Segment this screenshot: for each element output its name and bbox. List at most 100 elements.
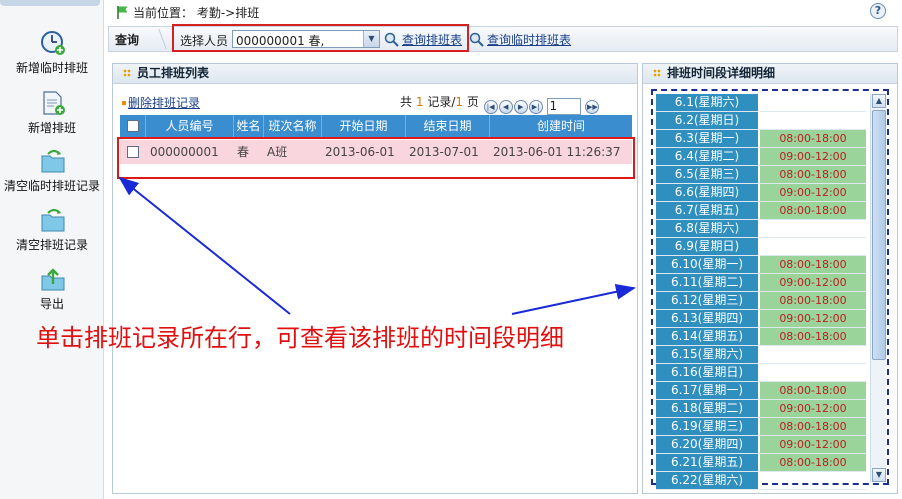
schedule-detail-list: 6.1(星期六) 6.2(星期日) 6.3(星期一) 08:00-18:00 6.4(星… [656,94,868,490]
export-icon [40,266,65,292]
cell-end-date: 2013-07-01 [409,145,479,159]
pager-record-count: 1 [415,95,424,109]
schedule-day-label: 6.3(星期一) [656,130,758,148]
schedule-day-label: 6.11(星期二) [656,274,758,292]
page-number-input[interactable]: 1 [546,98,581,115]
next-page-icon[interactable]: ▶ [513,100,528,114]
scroll-up-icon[interactable]: ▲ [872,94,886,108]
sidebar-item-label: 清空临时排班记录 [3,179,100,193]
schedule-day-row: 6.4(星期二) 09:00-12:00 [656,148,868,166]
select-person-label: 选择人员 [180,34,229,48]
schedule-scrollbar[interactable]: ▲ ▼ [870,94,886,482]
schedule-day-row: 6.2(星期日) [656,112,868,130]
schedule-time-slot: 08:00-18:00 [760,130,866,148]
schedule-time-slot [760,238,866,256]
help-icon[interactable]: ? [870,3,886,19]
schedule-day-row: 6.7(星期五) 08:00-18:00 [656,202,868,220]
sidebar-item-export[interactable]: 导出 [0,266,104,312]
table-header: 人员编号 姓名 班次名称 开始日期 结束日期 创建时间 [120,115,632,137]
schedule-day-label: 6.18(星期二) [656,400,758,418]
column-header[interactable]: 班次名称 [264,115,322,137]
delete-schedule-link[interactable]: 删除排班记录 [122,94,200,111]
breadcrumb: 当前位置： 考勤->排班 [116,4,259,22]
schedule-day-label: 6.6(星期四) [656,184,758,202]
sidebar-item-label: 新增排班 [27,121,76,135]
cell-created: 2013-06-01 11:26:37 [493,145,621,159]
first-page-icon[interactable]: |◀ [483,100,498,114]
schedule-day-label: 6.22(星期六) [656,472,758,490]
schedule-day-row: 6.8(星期六) [656,220,868,238]
schedule-day-label: 6.17(星期一) [656,382,758,400]
grip-icon [123,69,131,77]
pager: 共 1 记录/1 页 |◀ ◀ ▶ ▶| 1 ▶▶ [400,93,600,115]
scrollbar-thumb[interactable] [872,110,886,360]
schedule-time-slot: 09:00-12:00 [760,184,866,202]
schedule-day-row: 6.10(星期一) 08:00-18:00 [656,256,868,274]
schedule-day-row: 6.22(星期六) [656,472,868,490]
chevron-down-icon[interactable]: ▼ [363,31,379,47]
schedule-day-label: 6.5(星期三) [656,166,758,184]
header-checkbox-cell[interactable] [120,115,146,137]
toolbar-query-label: 查询 [115,33,140,47]
schedule-day-row: 6.18(星期二) 09:00-12:00 [656,400,868,418]
scroll-down-icon[interactable]: ▼ [872,468,886,482]
row-checkbox[interactable] [127,146,139,158]
table-row[interactable]: 000000001 春 A班 2013-06-01 2013-07-01 201… [120,140,632,164]
panel-title: 员工排班列表 [113,64,637,84]
schedule-day-label: 6.20(星期四) [656,436,758,454]
sidebar-top-tab [0,0,100,6]
query-temp-schedule-label: 查询临时排班表 [487,33,572,47]
folder-arrow-icon [40,148,65,174]
schedule-time-slot [760,346,866,364]
column-header[interactable]: 人员编号 [146,115,234,137]
schedule-time-slot: 09:00-12:00 [760,148,866,166]
prev-page-icon[interactable]: ◀ [498,100,513,114]
sidebar-item-clear-temp-records[interactable]: 清空临时排班记录 [0,148,104,194]
column-header[interactable]: 创建时间 [490,115,632,137]
schedule-day-row: 6.20(星期四) 09:00-12:00 [656,436,868,454]
panel-title-text: 排班时间段详细明细 [667,66,776,80]
sidebar-item-label: 新增临时排班 [15,61,88,75]
last-page-icon[interactable]: ▶| [528,100,543,114]
sidebar-item-label: 导出 [39,297,64,311]
schedule-time-slot: 09:00-12:00 [760,274,866,292]
schedule-time-slot: 08:00-18:00 [760,292,866,310]
sidebar-item-clear-records[interactable]: 清空排班记录 [0,207,104,253]
grip-icon [653,69,661,77]
schedule-day-row: 6.14(星期五) 08:00-18:00 [656,328,868,346]
query-schedule-label: 查询排班表 [402,33,463,47]
schedule-day-label: 6.2(星期日) [656,112,758,130]
go-page-icon[interactable]: ▶▶ [585,100,600,114]
query-temp-schedule-link[interactable]: 查询临时排班表 [469,31,571,50]
sidebar-item-add-temp-schedule[interactable]: 新增临时排班 [0,30,104,76]
schedule-day-label: 6.4(星期二) [656,148,758,166]
cell-start-date: 2013-06-01 [325,145,395,159]
schedule-day-label: 6.16(星期日) [656,364,758,382]
select-all-checkbox[interactable] [126,120,139,132]
schedule-day-row: 6.5(星期三) 08:00-18:00 [656,166,868,184]
schedule-day-row: 6.17(星期一) 08:00-18:00 [656,382,868,400]
folder-arrow-icon [40,207,65,233]
schedule-time-slot: 08:00-18:00 [760,454,866,472]
schedule-day-label: 6.7(星期五) [656,202,758,220]
breadcrumb-text: 当前位置： 考勤->排班 [133,6,260,20]
row-checkbox-cell[interactable] [120,140,146,164]
column-header[interactable]: 开始日期 [322,115,406,137]
sidebar: 新增临时排班 新增排班 清空临时排班记录 清空排班记录 导出 [0,0,104,499]
panel-title-text: 员工排班列表 [137,66,210,80]
schedule-time-slot: 08:00-18:00 [760,202,866,220]
column-header[interactable]: 姓名 [234,115,264,137]
schedule-time-slot: 08:00-18:00 [760,418,866,436]
query-schedule-link[interactable]: 查询排班表 [384,31,462,50]
sidebar-item-add-schedule[interactable]: 新增排班 [0,90,104,136]
schedule-day-row: 6.11(星期二) 09:00-12:00 [656,274,868,292]
sidebar-item-label: 清空排班记录 [15,238,88,252]
cell-shift: A班 [267,145,288,159]
schedule-day-label: 6.21(星期五) [656,454,758,472]
column-header[interactable]: 结束日期 [406,115,490,137]
person-select[interactable]: 000000001 春, ▼ [232,30,380,48]
toolbar-separator [149,29,167,49]
schedule-time-slot: 09:00-12:00 [760,310,866,328]
schedule-time-slot: 08:00-18:00 [760,382,866,400]
pager-prefix: 共 [400,95,413,109]
